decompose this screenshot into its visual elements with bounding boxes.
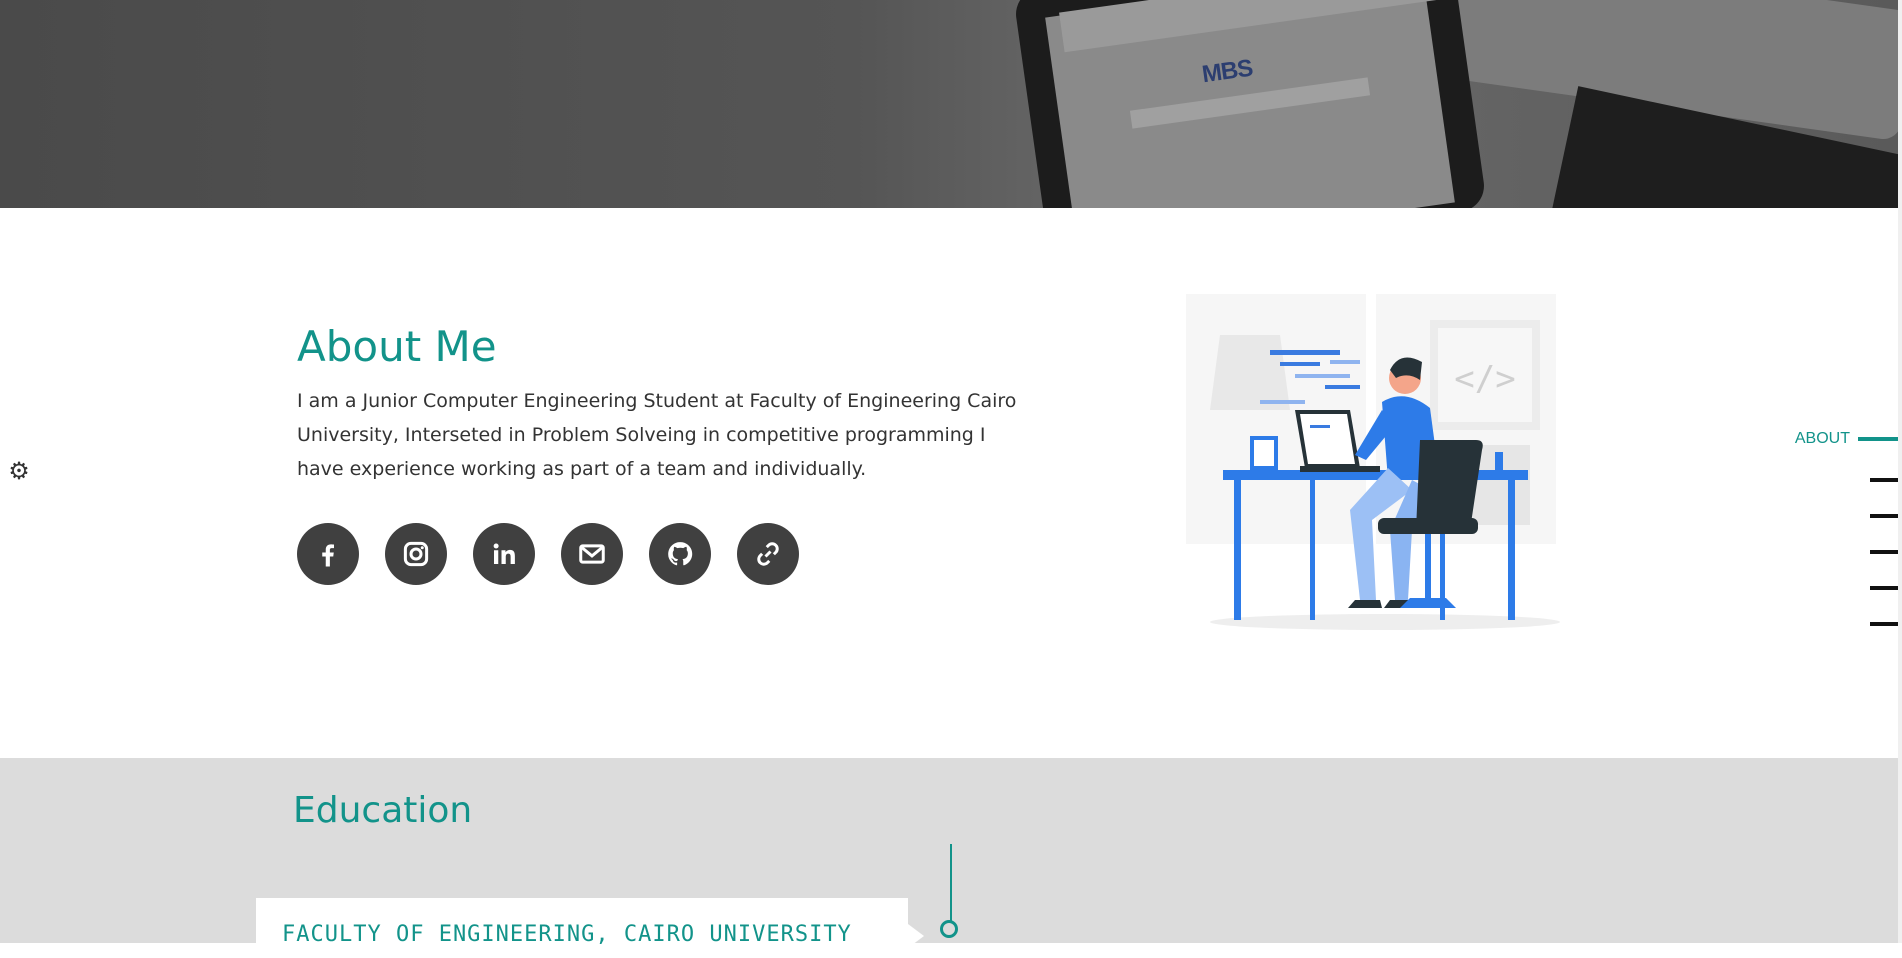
- link-icon: [757, 542, 779, 566]
- github-button[interactable]: [649, 523, 711, 585]
- hero-banner: MBS: [0, 0, 1902, 208]
- education-card-title: FACULTY OF ENGINEERING, CAIRO UNIVERSITY: [282, 922, 852, 947]
- side-nav-active: ABOUT: [1795, 430, 1902, 448]
- education-card: FACULTY OF ENGINEERING, CAIRO UNIVERSITY: [256, 898, 924, 958]
- about-title: About Me: [297, 322, 497, 371]
- instagram-button[interactable]: [385, 523, 447, 585]
- social-links: [297, 523, 799, 585]
- facebook-icon: [322, 544, 334, 567]
- facebook-button[interactable]: [297, 523, 359, 585]
- side-nav-item-about[interactable]: [1858, 437, 1902, 441]
- education-section: Education FACULTY OF ENGINEERING, CAIRO …: [0, 758, 1902, 958]
- developer-illustration: </>: [1186, 294, 1560, 630]
- side-nav-label-about[interactable]: ABOUT: [1795, 430, 1850, 448]
- linkedin-icon: [493, 543, 515, 564]
- website-link-button[interactable]: [737, 523, 799, 585]
- scrollbar-track[interactable]: [1898, 0, 1902, 943]
- instagram-icon: [403, 541, 429, 567]
- about-description: I am a Junior Computer Engineering Stude…: [297, 390, 1017, 480]
- code-tag-text: </>: [1454, 359, 1515, 399]
- email-button[interactable]: [561, 523, 623, 585]
- education-title: Education: [293, 790, 473, 831]
- github-icon: [668, 542, 693, 566]
- linkedin-button[interactable]: [473, 523, 535, 585]
- gear-icon[interactable]: ⚙: [6, 458, 32, 484]
- timeline-dot: [940, 920, 958, 938]
- timeline-line: [950, 844, 952, 924]
- mail-icon: [579, 544, 605, 564]
